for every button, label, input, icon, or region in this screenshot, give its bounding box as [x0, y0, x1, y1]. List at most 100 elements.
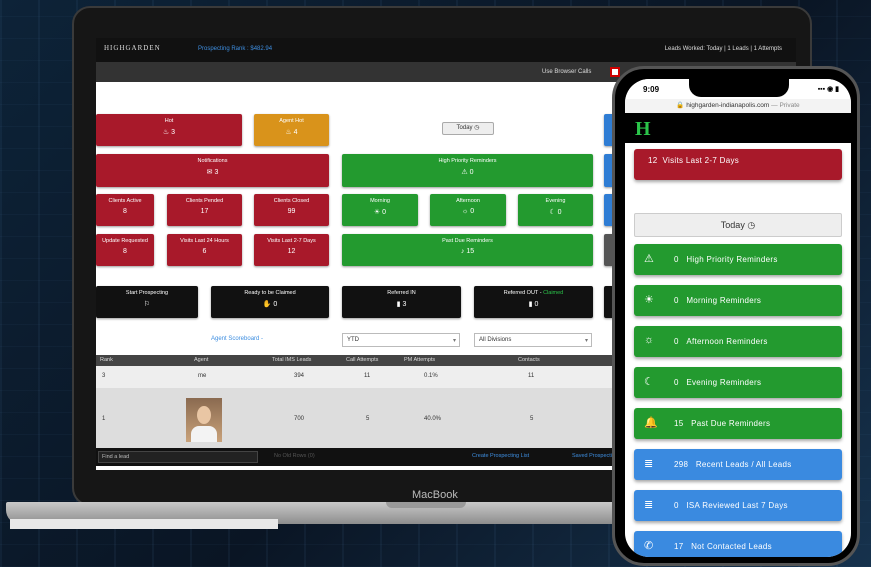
ready-claimed-count: 0: [273, 301, 278, 308]
reminder-card[interactable]: ☀ 0 Morning Reminders: [634, 285, 842, 316]
reminder-card[interactable]: 🔔 15 Past Due Reminders: [634, 408, 842, 439]
agent-hot-count: 4: [293, 129, 298, 136]
phone-frame: 9:09 ▪▪▪ ◉ ▮ 🔒 highgarden-indianapolis.c…: [612, 66, 860, 566]
bell-icon: ♪: [460, 248, 465, 255]
agent-cell: me: [198, 373, 207, 379]
today-button[interactable]: Today ◷: [634, 213, 842, 237]
agent-scoreboard-link[interactable]: Agent Scoreboard -: [211, 336, 263, 342]
phone-icon: ✆: [644, 540, 654, 552]
table-row[interactable]: 3 me 394 11 0.1% 11: [96, 366, 696, 388]
col-rank[interactable]: Rank: [100, 357, 113, 363]
find-lead-input[interactable]: Find a lead: [98, 451, 258, 463]
visits-card[interactable]: 12 Visits Last 2-7 Days: [634, 149, 842, 180]
phone-notch: [689, 79, 789, 97]
sun-icon: ☼: [644, 334, 655, 346]
agent-hot-tile[interactable]: Agent Hot ♨ 4: [254, 114, 329, 146]
referred-out-status: Claimed: [543, 290, 564, 296]
past-due-count: 15: [466, 248, 475, 255]
card-label: Recent Leads / All Leads: [695, 460, 792, 469]
referred-out-tile[interactable]: Referred OUT - Claimed ▮ 0: [474, 286, 593, 318]
sunrise-icon: ☀: [644, 294, 654, 306]
col-call-attempts[interactable]: Call Attempts: [346, 357, 378, 363]
past-due-tile[interactable]: Past Due Reminders ♪ 15: [342, 234, 593, 266]
high-priority-label: High Priority Reminders: [438, 158, 497, 164]
browser-calls-checkbox[interactable]: [610, 67, 620, 77]
fire-icon: ♨: [162, 129, 170, 136]
notifications-tile[interactable]: Notifications ✉ 3: [96, 154, 329, 187]
notifications-count: 3: [214, 169, 219, 176]
start-prospecting-tile[interactable]: Start Prospecting ⚐: [96, 286, 198, 318]
browser-calls-label: Use Browser Calls: [542, 69, 592, 75]
bell-icon: 🔔: [644, 417, 658, 429]
card-count: 15: [674, 419, 684, 428]
clients-active-tile[interactable]: Clients Active 8: [96, 194, 154, 226]
afternoon-tile[interactable]: Afternoon ☼ 0: [430, 194, 506, 226]
reminder-card[interactable]: ≣ 0 ISA Reviewed Last 7 Days: [634, 490, 842, 521]
today-label: Today: [720, 220, 745, 230]
pm-cell: 0.1%: [424, 373, 438, 379]
visits-2-7-tile[interactable]: Visits Last 2-7 Days 12: [254, 234, 329, 266]
card-count: 0: [674, 378, 679, 387]
col-contacts[interactable]: Contacts: [518, 357, 540, 363]
reminder-card[interactable]: ⚠ 0 High Priority Reminders: [634, 244, 842, 275]
clients-active-label: Clients Active: [108, 198, 142, 204]
card-count: 0: [674, 337, 679, 346]
division-value: All Divisions: [479, 337, 512, 343]
update-requested-count: 8: [123, 248, 127, 255]
card-label: Not Contacted Leads: [691, 542, 772, 551]
brand-logo: HIGHGARDEN: [104, 44, 161, 52]
reminder-card[interactable]: ☾ 0 Evening Reminders: [634, 367, 842, 398]
prospecting-icon: ⚐: [143, 301, 151, 308]
visits-24-count: 6: [202, 248, 207, 255]
pm-cell: 40.0%: [424, 416, 442, 422]
url-text: highgarden-indianapolis.com: [686, 102, 770, 109]
today-button[interactable]: Today ◷: [442, 122, 494, 135]
high-priority-tile[interactable]: High Priority Reminders ⚠ 0: [342, 154, 593, 187]
clock-time: 9:09: [643, 85, 660, 94]
agent-hot-label: Agent Hot: [279, 118, 304, 124]
high-priority-count: 0: [469, 169, 474, 176]
clients-pended-tile[interactable]: Clients Pended 17: [167, 194, 242, 226]
ready-claimed-label: Ready to be Claimed: [244, 290, 296, 296]
start-prospecting-label: Start Prospecting: [125, 290, 169, 296]
app-top-bar: HIGHGARDEN Prospecting Rank : $482.94 Le…: [96, 38, 796, 62]
card-label: ISA Reviewed Last 7 Days: [686, 501, 788, 510]
referred-in-tile[interactable]: Referred IN ▮ 3: [342, 286, 461, 318]
col-pm-attempts[interactable]: PM Attempts: [404, 357, 435, 363]
reminder-card[interactable]: ≣ 298 Recent Leads / All Leads: [634, 449, 842, 480]
evening-count: 0: [557, 209, 562, 216]
address-bar[interactable]: 🔒 highgarden-indianapolis.com — Private: [625, 99, 851, 113]
visits-24-tile[interactable]: Visits Last 24 Hours 6: [167, 234, 242, 266]
reminder-card[interactable]: ☼ 0 Afternoon Reminders: [634, 326, 842, 357]
clients-closed-tile[interactable]: Clients Closed 99: [254, 194, 329, 226]
message-icon: ✉: [206, 169, 213, 176]
ready-claimed-tile[interactable]: Ready to be Claimed ✋ 0: [211, 286, 329, 318]
reminder-card[interactable]: ✆ 17 Not Contacted Leads: [634, 531, 842, 557]
card-count: 0: [674, 296, 679, 305]
door-in-icon: ▮: [396, 301, 401, 308]
total-cell: 700: [294, 416, 305, 422]
sun-icon: ☼: [461, 208, 469, 215]
chevron-down-icon: ▾: [584, 338, 588, 344]
moon-icon: ☾: [644, 376, 654, 388]
card-label: Afternoon Reminders: [686, 337, 768, 346]
referred-in-count: 3: [402, 301, 407, 308]
card-label: Evening Reminders: [686, 378, 762, 387]
division-select[interactable]: All Divisions ▾: [474, 333, 592, 347]
prospecting-rank[interactable]: Prospecting Rank : $482.94: [198, 46, 272, 52]
afternoon-count: 0: [470, 208, 475, 215]
evening-tile[interactable]: Evening ☾ 0: [518, 194, 593, 226]
table-row[interactable]: 1 700 5 40.0% 5: [96, 388, 696, 448]
update-requested-tile[interactable]: Update Requested 8: [96, 234, 154, 266]
morning-tile[interactable]: Morning ☀ 0: [342, 194, 418, 226]
hot-tile[interactable]: Hot ♨ 3: [96, 114, 242, 146]
col-total-leads[interactable]: Total IMS Leads: [272, 357, 311, 363]
col-agent[interactable]: Agent: [194, 357, 208, 363]
highgarden-logo[interactable]: H: [635, 118, 651, 141]
period-select[interactable]: YTD ▾: [342, 333, 460, 347]
visits-2-7-label: Visits Last 2-7 Days: [267, 238, 316, 244]
list-icon: ≣: [644, 458, 654, 470]
leads-worked[interactable]: Leads Worked: Today | 1 Leads | 1 Attemp…: [665, 46, 782, 52]
clients-closed-label: Clients Closed: [273, 198, 310, 204]
create-prospecting-list-link[interactable]: Create Prospecting List: [472, 453, 529, 459]
